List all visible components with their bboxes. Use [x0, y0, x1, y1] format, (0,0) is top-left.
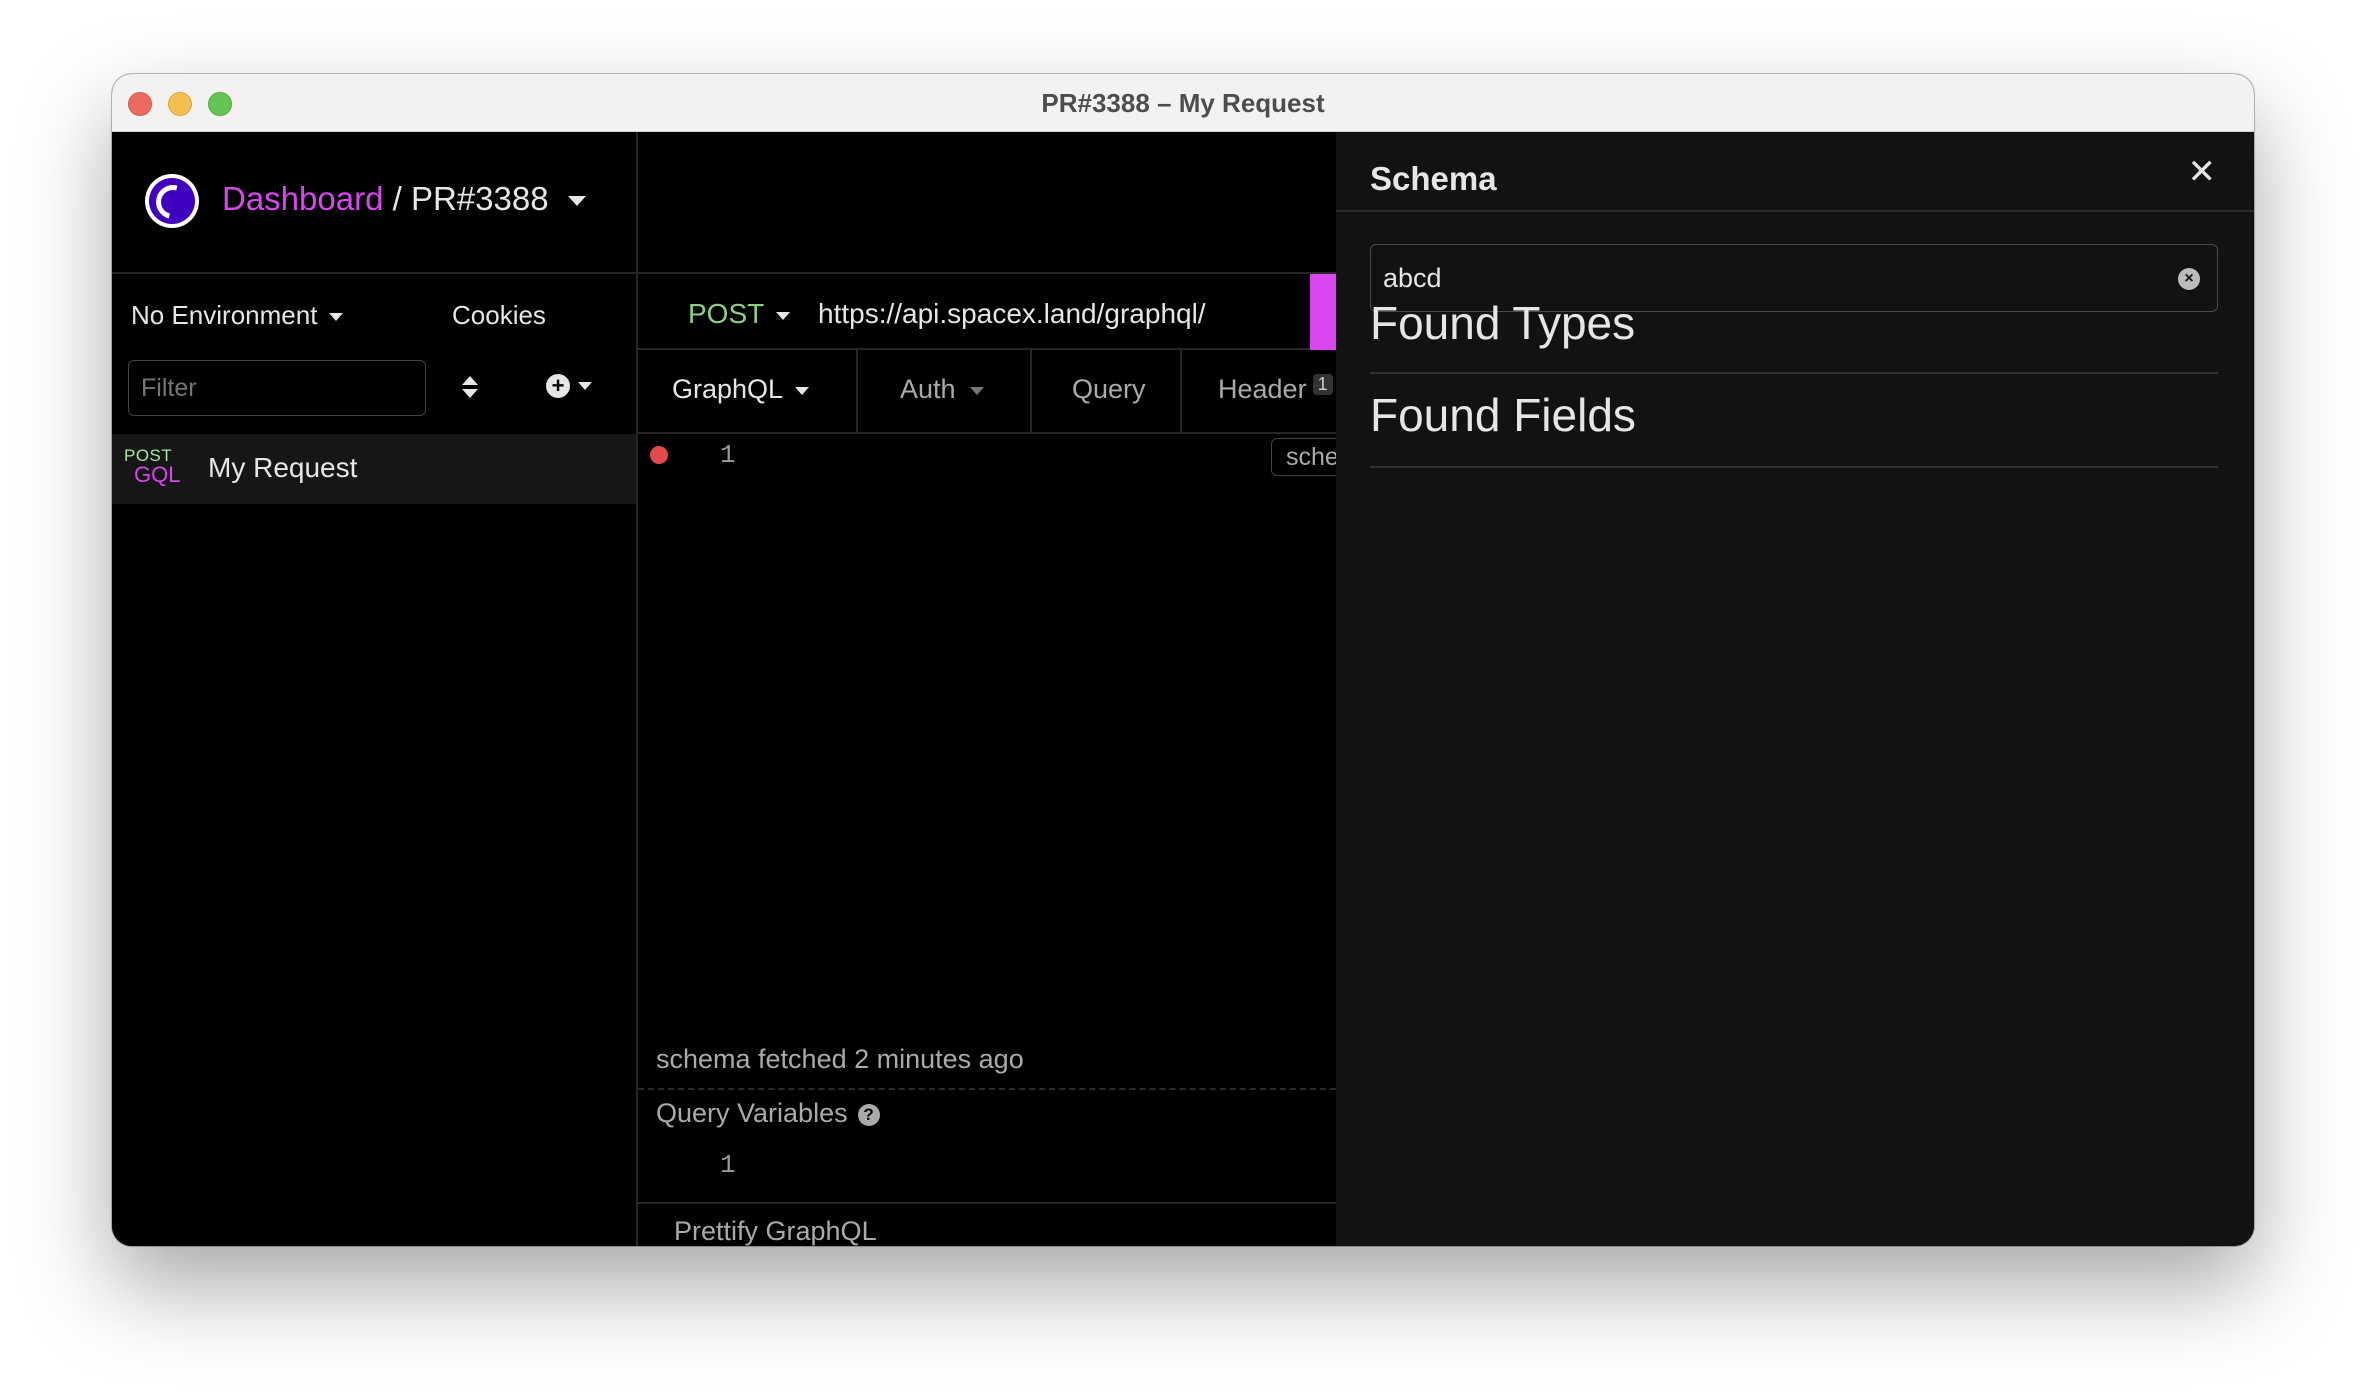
request-type: GQL	[134, 462, 181, 487]
divider	[638, 1202, 1336, 1204]
sidebar: Dashboard / PR#3388 No Environment Cooki…	[112, 132, 638, 1246]
environment-label: No Environment	[131, 300, 318, 330]
filter-row: +	[112, 350, 636, 434]
breadcrumb-separator: /	[392, 180, 402, 217]
tab-label: GraphQL	[672, 374, 784, 404]
chevron-down-icon[interactable]	[578, 382, 592, 390]
request-tabs: GraphQL Auth Query Header 1	[638, 350, 1336, 434]
method-label: POST	[688, 298, 765, 329]
chevron-down-icon	[969, 386, 984, 395]
send-button[interactable]	[1310, 274, 1336, 350]
schema-panel-header: Schema ✕	[1336, 132, 2254, 212]
method-dropdown[interactable]: POST	[688, 298, 791, 330]
header-count-badge: 1	[1312, 374, 1333, 395]
found-fields-heading: Found Fields	[1370, 389, 1636, 441]
breadcrumb: Dashboard / PR#3388	[222, 180, 586, 218]
help-icon[interactable]: ?	[857, 1103, 880, 1126]
filter-input[interactable]	[128, 360, 426, 416]
graphql-editor[interactable]: 1 schema schema fetched 2 minutes ago Qu…	[638, 434, 1351, 1246]
app-window: PR#3388 – My Request Dashboard / PR#3388…	[112, 74, 2254, 1246]
sort-icon[interactable]	[460, 372, 480, 404]
divider	[1370, 372, 2218, 374]
clear-search-icon[interactable]: ×	[2178, 268, 2200, 290]
tab-label: Auth	[900, 374, 956, 404]
chevron-down-icon	[329, 313, 344, 322]
schema-panel: Schema ✕ × Found Types Found Fields	[1336, 132, 2254, 1246]
project-name[interactable]: PR#3388	[411, 180, 549, 217]
title-bar: PR#3388 – My Request	[112, 74, 2254, 132]
url-input[interactable]: https://api.spacex.land/graphql/	[818, 298, 1206, 330]
prettify-button[interactable]: Prettify GraphQL	[674, 1216, 877, 1246]
tab-query[interactable]: Query	[1072, 374, 1146, 405]
line-number: 1	[720, 440, 736, 470]
chevron-down-icon	[795, 386, 810, 395]
tab-header[interactable]: Header 1	[1218, 374, 1333, 405]
dashboard-link[interactable]: Dashboard	[222, 180, 383, 217]
tab-divider	[1180, 350, 1182, 434]
divider	[638, 1088, 1336, 1090]
window-title: PR#3388 – My Request	[1041, 88, 1325, 118]
chevron-down-icon[interactable]	[567, 196, 586, 207]
app-logo-icon[interactable]	[145, 174, 199, 228]
request-list-item[interactable]: POST GQL My Request	[112, 434, 636, 504]
query-variables-label: Query Variables	[656, 1098, 848, 1128]
tab-label: Query	[1072, 374, 1146, 404]
request-pane: POST https://api.spacex.land/graphql/ Gr…	[638, 132, 1351, 1246]
close-icon[interactable]: ✕	[2188, 152, 2217, 192]
variables-line-number: 1	[720, 1150, 736, 1180]
schema-panel-title: Schema	[1370, 160, 1497, 197]
chevron-down-icon	[776, 311, 791, 320]
tab-divider	[1030, 350, 1032, 434]
environment-dropdown[interactable]: No Environment	[131, 300, 344, 331]
plus-circle-icon[interactable]: +	[546, 374, 570, 398]
request-name: My Request	[208, 452, 358, 483]
url-bar: POST https://api.spacex.land/graphql/	[638, 272, 1336, 350]
tab-label: Header	[1218, 374, 1307, 404]
environment-bar: No Environment Cookies	[112, 272, 636, 350]
schema-status: schema fetched 2 minutes ago	[656, 1044, 1024, 1074]
tab-divider	[856, 350, 858, 434]
cookies-button[interactable]: Cookies	[452, 300, 546, 331]
error-indicator-icon	[650, 446, 668, 464]
query-variables-header[interactable]: Query Variables?	[656, 1098, 880, 1129]
tab-graphql[interactable]: GraphQL	[672, 374, 810, 405]
tab-auth[interactable]: Auth	[900, 374, 984, 405]
divider	[1370, 466, 2218, 468]
found-types-heading: Found Types	[1370, 297, 1636, 349]
sidebar-header: Dashboard / PR#3388	[112, 132, 636, 272]
